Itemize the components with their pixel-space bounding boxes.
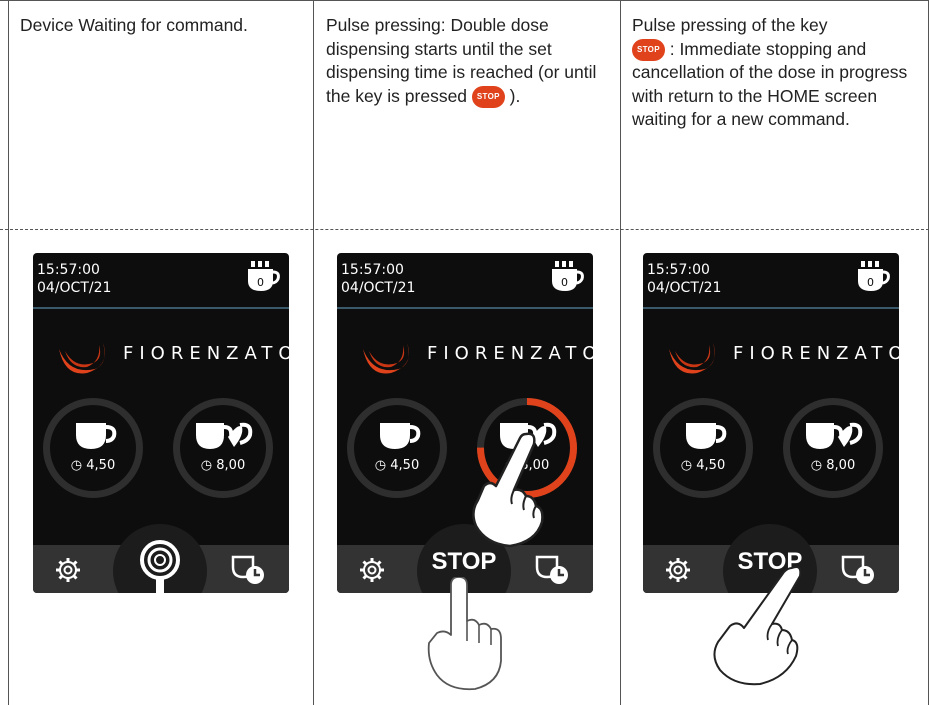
- cup-timer-icon[interactable]: [231, 553, 267, 587]
- finger-pressing-stop-icon: [713, 566, 802, 686]
- column-2-text-part1: Pulse pressing: Double dose dispensing s…: [326, 15, 597, 106]
- cup-timer-icon[interactable]: [535, 553, 571, 587]
- double-dose-time: ◷ 8,00: [180, 458, 266, 473]
- cup-timer-icon[interactable]: [841, 553, 877, 587]
- column-1-description: Device Waiting for command.: [20, 14, 305, 38]
- dose-counter-value: 0: [561, 276, 568, 289]
- brand-name: FIORENZATO: [123, 343, 289, 364]
- settings-gear-icon[interactable]: [55, 557, 81, 583]
- double-dose-button[interactable]: ◷ 8,00: [173, 398, 273, 498]
- single-dose-button[interactable]: ◷ 4,50: [43, 398, 143, 498]
- single-dose-time-value: 4,50: [696, 458, 726, 473]
- date-readout: 04/OCT/21: [341, 280, 416, 296]
- single-dose-time-value: 4,50: [86, 458, 116, 473]
- table-top-border: [0, 0, 929, 1]
- timer-icon: ◷: [200, 458, 213, 473]
- brand-name: FIORENZATO: [427, 343, 593, 364]
- double-dose-time: ◷ 8,00: [790, 458, 876, 473]
- clock: 15:57:00 04/OCT/21: [37, 261, 111, 297]
- single-dose-time: ◷ 4,50: [660, 458, 746, 473]
- time-readout: 15:57:00: [37, 262, 100, 278]
- column-3-text-part1: Pulse pressing of the key: [632, 15, 828, 35]
- column-3-description: Pulse pressing of the key STOP : Immedia…: [632, 14, 922, 132]
- header-separator: [337, 307, 593, 309]
- single-dose-button[interactable]: ◷ 4,50: [653, 398, 753, 498]
- clock: 15:57:00 04/OCT/21: [341, 261, 415, 297]
- stop-key-chip: STOP: [632, 38, 665, 61]
- settings-gear-icon[interactable]: [665, 557, 691, 583]
- brand-logo: FIORENZATO: [51, 329, 289, 377]
- dashed-row-divider: [0, 229, 929, 230]
- timer-icon: ◷: [374, 458, 387, 473]
- single-dose-time: ◷ 4,50: [50, 458, 136, 473]
- double-dose-time-value: 8,00: [826, 458, 856, 473]
- date-readout: 04/OCT/21: [647, 280, 722, 296]
- portafilter-icon: [140, 540, 180, 593]
- column-3-text-part2: : Immediate stopping and cancellation of…: [632, 38, 908, 130]
- brand-name: FIORENZATO: [733, 343, 899, 364]
- timer-icon: ◷: [70, 458, 83, 473]
- date-readout: 04/OCT/21: [37, 280, 112, 296]
- dose-counter-icon: 0: [248, 261, 280, 291]
- double-dose-button[interactable]: ◷ 8,00: [783, 398, 883, 498]
- single-cup-icon: [380, 423, 421, 449]
- double-dose-time-value: 8,00: [216, 458, 246, 473]
- header-separator: [33, 307, 289, 309]
- dose-counter-value: 0: [867, 276, 874, 289]
- brand-logo: FIORENZATO: [661, 329, 899, 377]
- finger-below-icon: [427, 577, 502, 691]
- stop-key-chip: STOP: [471, 85, 505, 108]
- fiorenzato-swirl-icon: [363, 343, 409, 374]
- device-screen-stop: 15:57:00 04/OCT/21 0 FIORENZATO ◷ 4,50 ◷…: [643, 253, 899, 593]
- table-left-border: [8, 0, 9, 705]
- dose-counter-value: 0: [257, 276, 264, 289]
- settings-gear-icon[interactable]: [359, 557, 385, 583]
- column-2-description: Pulse pressing: Double dose dispensing s…: [326, 14, 616, 108]
- dose-counter-icon: 0: [858, 261, 890, 291]
- double-cup-icon: [806, 422, 863, 449]
- header-separator: [643, 307, 899, 309]
- double-cup-icon: [196, 422, 253, 449]
- timer-icon: ◷: [810, 458, 823, 473]
- device-screen-dispensing: 15:57:00 04/OCT/21 0 FIORENZATO ◷ 4,50 8…: [337, 253, 593, 593]
- time-readout: 15:57:00: [647, 262, 710, 278]
- single-dose-time-value: 4,50: [390, 458, 420, 473]
- finger-pointer-icon: [472, 432, 544, 548]
- column-divider-1: [313, 0, 314, 705]
- clock: 15:57:00 04/OCT/21: [647, 261, 721, 297]
- single-cup-icon: [76, 423, 117, 449]
- brand-logo: FIORENZATO: [355, 329, 593, 377]
- device-screen-idle: 15:57:00 04/OCT/21 0 FIORENZATO ◷ 4,50 ◷…: [33, 253, 289, 593]
- dose-counter-icon: 0: [552, 261, 584, 291]
- column-1-text: Device Waiting for command.: [20, 15, 248, 35]
- column-divider-2: [620, 0, 621, 705]
- portafilter-button[interactable]: [113, 524, 207, 593]
- fiorenzato-swirl-icon: [669, 343, 715, 374]
- stop-button-label: STOP: [431, 548, 497, 575]
- single-dose-button[interactable]: ◷ 4,50: [347, 398, 447, 498]
- single-dose-time: ◷ 4,50: [354, 458, 440, 473]
- timer-icon: ◷: [680, 458, 693, 473]
- column-2-text-part2: ).: [509, 85, 521, 106]
- instruction-table: Device Waiting for command. Pulse pressi…: [0, 0, 929, 705]
- time-readout: 15:57:00: [341, 262, 404, 278]
- single-cup-icon: [686, 423, 727, 449]
- fiorenzato-swirl-icon: [59, 343, 105, 374]
